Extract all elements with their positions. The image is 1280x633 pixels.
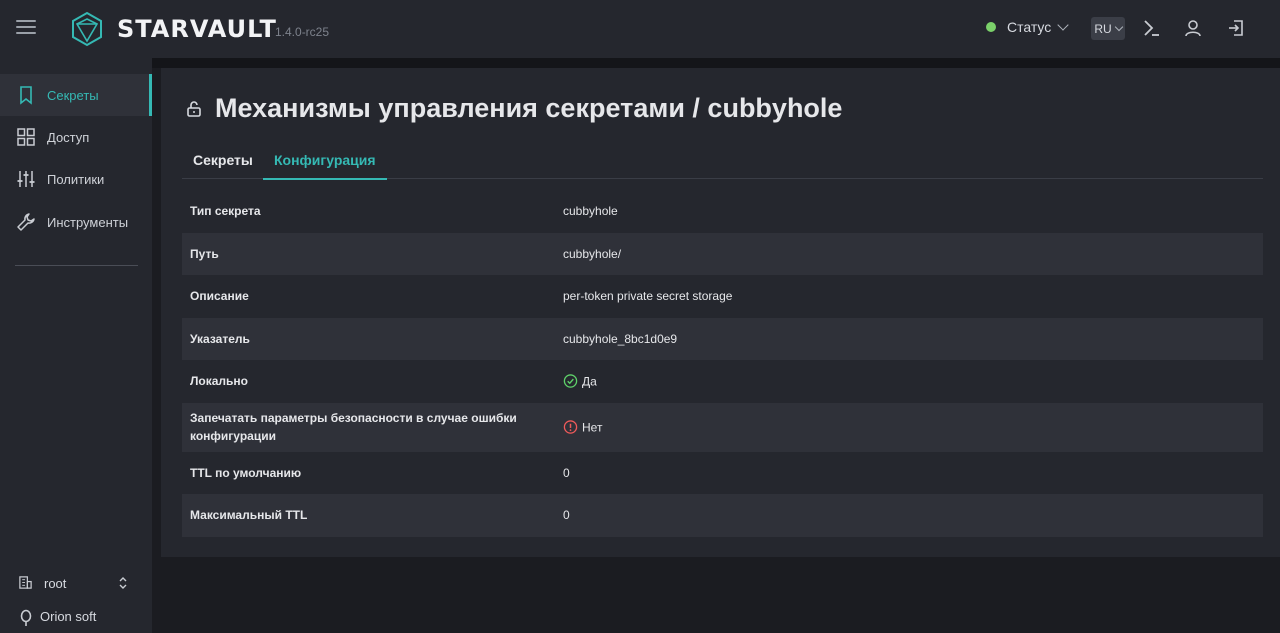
- org-logo-icon: [20, 609, 32, 626]
- chevron-down-icon: [1057, 19, 1069, 31]
- table-row: Указатель cubbyhole_8bc1d0e9: [182, 317, 1263, 360]
- content-separator: [152, 58, 1280, 68]
- sidebar-item-policies[interactable]: Политики: [0, 158, 152, 200]
- row-key: Локально: [190, 374, 249, 389]
- row-key: Максимальный TTL: [190, 508, 308, 523]
- sidebar-divider: [15, 265, 138, 266]
- config-table: Тип секрета cubbyhole Путь cubbyhole/ Оп…: [182, 190, 1263, 537]
- sidebar-item-label: Доступ: [47, 129, 90, 145]
- sidebar-item-label: Политики: [47, 171, 105, 187]
- row-value: Да: [563, 374, 597, 389]
- app-name: STARVAULT: [117, 15, 277, 43]
- sidebar-item-label: Инструменты: [47, 214, 129, 230]
- menu-icon[interactable]: [16, 20, 36, 36]
- row-value: 0: [563, 508, 570, 523]
- unlock-icon: [187, 100, 201, 117]
- row-key: Путь: [190, 246, 219, 261]
- grid-icon: [17, 128, 35, 146]
- language-label: RU: [1094, 21, 1112, 36]
- row-key: Указатель: [190, 331, 250, 346]
- sliders-icon: [17, 171, 35, 187]
- row-value: Нет: [563, 420, 602, 435]
- row-key: Запечатать параметры безопасности в случ…: [190, 411, 517, 443]
- seal-wrap-value: Нет: [582, 420, 603, 434]
- table-row: Описание per-token private secret storag…: [182, 275, 1263, 318]
- table-row: Запечатать параметры безопасности в случ…: [182, 402, 1263, 452]
- namespace-label: root: [44, 575, 67, 591]
- local-value: Да: [582, 374, 597, 389]
- row-key: Описание: [190, 289, 249, 304]
- chevron-updown-icon: [119, 577, 127, 589]
- status-label: Статус: [1007, 19, 1052, 35]
- chevron-down-icon: [1114, 22, 1123, 32]
- app-version: 1.4.0-rc25: [275, 25, 330, 39]
- sidebar-item-access[interactable]: Доступ: [0, 116, 152, 158]
- row-value: cubbyhole/: [563, 246, 622, 261]
- tab-secrets[interactable]: Секреты: [182, 144, 264, 179]
- row-key: TTL по умолчанию: [190, 465, 302, 480]
- check-circle-icon: [563, 374, 578, 388]
- table-row: Максимальный TTL 0: [182, 494, 1263, 537]
- row-value: cubbyhole: [563, 204, 618, 219]
- row-key: Тип секрета: [190, 204, 261, 219]
- row-value: 0: [563, 465, 570, 480]
- alert-circle-icon: [563, 420, 578, 434]
- user-icon[interactable]: [1183, 18, 1203, 38]
- page-header: Механизмы управления секретами / cubbyho…: [185, 93, 842, 124]
- namespace-selector[interactable]: root: [18, 572, 133, 594]
- sidebar-item-tools[interactable]: Инструменты: [0, 201, 152, 243]
- row-value: per-token private secret storage: [563, 289, 733, 304]
- tab-bar: Секреты Конфигурация: [182, 144, 1263, 180]
- logout-icon[interactable]: [1226, 18, 1246, 38]
- terminal-icon[interactable]: [1141, 18, 1161, 38]
- status-dropdown[interactable]: Статус: [986, 19, 1069, 35]
- org-name: Orion soft: [40, 609, 97, 624]
- logo-icon[interactable]: [70, 11, 104, 47]
- wrench-icon: [17, 213, 35, 231]
- main-panel: Механизмы управления секретами / cubbyho…: [161, 68, 1280, 557]
- row-value: cubbyhole_8bc1d0e9: [563, 331, 678, 346]
- status-dot-icon: [986, 22, 996, 32]
- sidebar: Секреты Доступ Политики Инструменты: [0, 58, 152, 633]
- bookmark-icon: [20, 86, 32, 105]
- building-icon: [19, 576, 32, 589]
- table-row: Путь cubbyhole/: [182, 232, 1263, 275]
- sidebar-item-label: Секреты: [47, 87, 99, 103]
- table-row: Локально Да: [182, 360, 1263, 403]
- top-bar: STARVAULT 1.4.0-rc25 Статус RU: [0, 0, 1280, 58]
- sidebar-item-secrets[interactable]: Секреты: [0, 74, 152, 116]
- tab-configuration[interactable]: Конфигурация: [263, 144, 387, 180]
- page-title: Механизмы управления секретами / cubbyho…: [215, 93, 843, 123]
- table-row: TTL по умолчанию 0: [182, 452, 1263, 495]
- organization: Orion soft: [18, 609, 97, 626]
- language-select[interactable]: RU: [1091, 17, 1125, 40]
- table-row: Тип секрета cubbyhole: [182, 190, 1263, 233]
